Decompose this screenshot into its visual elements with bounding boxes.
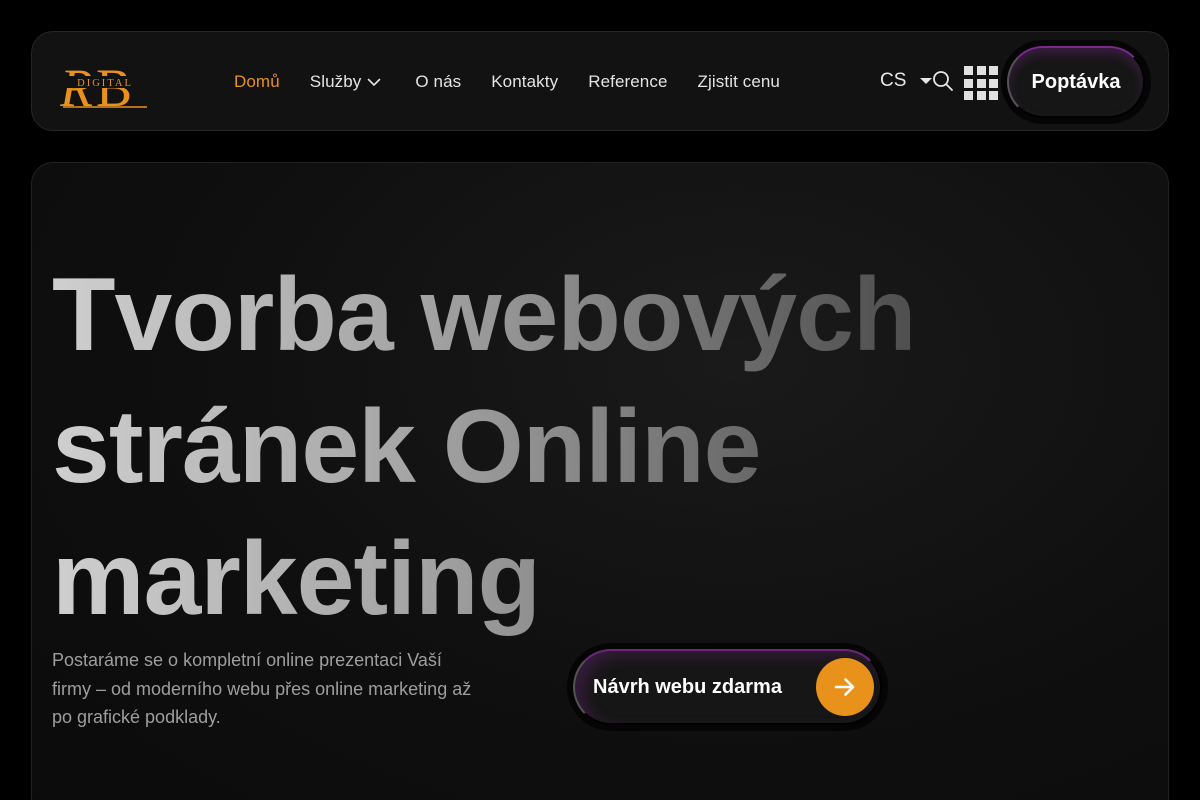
logo-subtext: DIGITAL <box>77 78 133 89</box>
brand-logo[interactable]: R B DIGITAL <box>60 54 150 112</box>
hero-title-line: stránek Online <box>52 389 761 505</box>
nav-link-about[interactable]: O nás <box>415 72 461 92</box>
hero-description: Postaráme se o kompletní online prezenta… <box>52 650 472 727</box>
chevron-down-icon <box>367 77 381 87</box>
free-web-design-button[interactable]: Návrh webu zdarma <box>573 649 882 725</box>
nav-link-label: Domů <box>234 72 280 91</box>
caret-down-icon <box>920 78 933 84</box>
inquiry-button[interactable]: Poptávka <box>1007 46 1145 118</box>
language-label: CS <box>880 70 907 91</box>
hero-title-line: marketing <box>52 521 541 637</box>
apps-grid-icon[interactable] <box>964 66 998 100</box>
rb-digital-logo-icon: R B DIGITAL <box>60 58 147 112</box>
nav-link-label: O nás <box>415 72 462 91</box>
nav-link-home[interactable]: Domů <box>234 72 280 92</box>
main-navigation: Domů Služby O nás Kontakty Reference Zji… <box>234 32 810 132</box>
nav-link-label: Kontakty <box>491 72 559 91</box>
hero-title: Tvorba webových stránek Online marketing <box>52 249 1032 645</box>
nav-link-label: Zjistit cenu <box>697 72 780 91</box>
arrow-right-icon <box>816 658 874 716</box>
search-icon[interactable] <box>932 70 954 92</box>
free-design-button-wrapper: Návrh webu zdarma <box>567 643 888 731</box>
nav-link-pricing[interactable]: Zjistit cenu <box>698 72 780 92</box>
hero-title-line: Tvorba webových <box>52 257 916 373</box>
nav-link-references[interactable]: Reference <box>588 72 667 92</box>
nav-link-contacts[interactable]: Kontakty <box>491 72 558 92</box>
nav-link-services[interactable]: Služby <box>310 72 382 92</box>
navbar: R B DIGITAL Domů Služby O nás Kontakty R… <box>31 31 1169 131</box>
language-selector[interactable]: CS <box>880 70 933 92</box>
nav-link-label: Reference <box>588 72 668 91</box>
hero-section: Tvorba webových stránek Online marketing… <box>31 162 1169 800</box>
inquiry-button-wrapper: Poptávka <box>1001 40 1151 124</box>
nav-link-label: Služby <box>309 72 362 91</box>
free-web-design-label: Návrh webu zdarma <box>593 675 782 698</box>
